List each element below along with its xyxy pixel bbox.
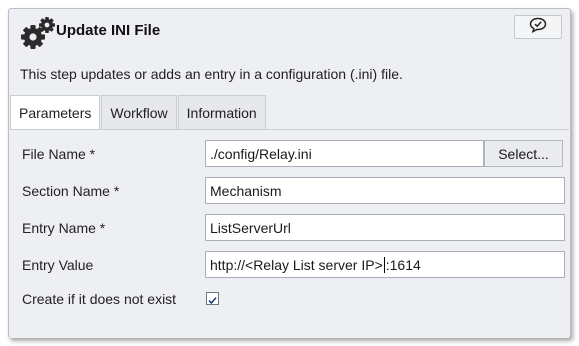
checkmark-icon <box>208 297 217 305</box>
entry-value-row: Entry Value http://<Relay List server IP… <box>10 251 569 279</box>
text-cursor <box>383 257 385 273</box>
section-name-row: Section Name * Mechanism <box>10 177 569 205</box>
entry-name-field[interactable]: ListServerUrl <box>205 214 565 241</box>
parameters-panel: File Name * ./config/Relay.ini Select...… <box>10 129 569 338</box>
dialog-title: Update INI File <box>56 22 161 39</box>
gears-icon <box>20 16 56 50</box>
update-ini-file-dialog: Update INI File This step updates or add… <box>8 8 571 338</box>
tab-workflow[interactable]: Workflow <box>101 95 177 129</box>
dialog-description: This step updates or adds an entry in a … <box>20 66 403 82</box>
file-name-label: File Name * <box>22 146 96 162</box>
create-if-missing-label: Create if it does not exist <box>22 291 177 307</box>
tab-parameters[interactable]: Parameters <box>10 95 101 130</box>
select-file-button[interactable]: Select... <box>484 140 563 167</box>
speech-bubble-icon <box>529 17 547 38</box>
tab-information[interactable]: Information <box>177 95 266 129</box>
file-name-field[interactable]: ./config/Relay.ini <box>205 140 484 167</box>
entry-name-row: Entry Name * ListServerUrl <box>10 214 569 242</box>
create-if-missing-checkbox[interactable] <box>206 292 219 305</box>
entry-name-label: Entry Name * <box>22 220 106 236</box>
section-name-field[interactable]: Mechanism <box>205 177 565 204</box>
file-name-row: File Name * ./config/Relay.ini Select... <box>10 140 569 168</box>
section-name-label: Section Name * <box>22 183 120 199</box>
dialog-header: Update INI File <box>9 9 570 55</box>
entry-value-field[interactable]: http://<Relay List server IP>:1614 <box>205 251 565 278</box>
create-if-missing-row: Create if it does not exist <box>10 285 569 313</box>
entry-value-text-after: :1614 <box>385 257 421 273</box>
help-button[interactable] <box>514 15 562 39</box>
tab-bar: Parameters Workflow Information <box>10 95 267 130</box>
entry-value-label: Entry Value <box>22 257 94 273</box>
entry-value-text-before: http://<Relay List server IP> <box>210 257 383 273</box>
